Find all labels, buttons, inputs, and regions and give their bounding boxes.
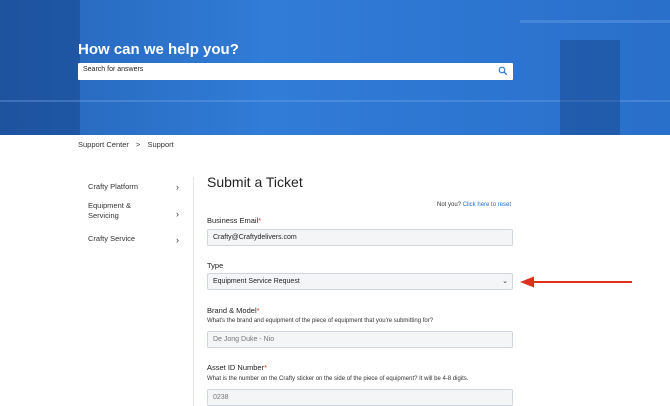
- brand-label-text: Brand & Model: [207, 306, 257, 315]
- brand-label: Brand & Model*: [207, 306, 260, 315]
- reset-link[interactable]: Click here to reset: [463, 202, 511, 208]
- type-select[interactable]: Equipment Service Request ⌄: [207, 273, 513, 290]
- sidebar-item-label: Crafty Platform: [88, 182, 139, 191]
- red-arrow-annotation: [520, 276, 632, 288]
- asset-help-text: What is the number on the Crafty sticker…: [207, 376, 469, 382]
- sidebar-item-crafty-service[interactable]: Crafty Service ›: [78, 230, 193, 250]
- breadcrumb-support-center[interactable]: Support Center: [78, 140, 129, 149]
- asset-label-text: Asset ID Number: [207, 363, 265, 372]
- required-marker: *: [258, 216, 262, 225]
- brand-model-field[interactable]: De Jong Duke - Nio: [207, 331, 513, 348]
- sidebar: Crafty Platform › Equipment & Servicing …: [78, 176, 193, 250]
- search-icon[interactable]: [498, 66, 508, 76]
- required-marker: *: [256, 306, 260, 315]
- brand-help-text: What's the brand and equipment of the pi…: [207, 318, 434, 324]
- email-label: Business Email*: [207, 216, 261, 225]
- breadcrumb: Support Center > Support: [78, 140, 179, 149]
- search-input[interactable]: Search for answers: [78, 63, 513, 80]
- email-label-text: Business Email: [207, 216, 259, 225]
- chevron-down-icon: ⌄: [502, 278, 508, 285]
- search-placeholder: Search for answers: [83, 66, 144, 73]
- required-marker: *: [264, 363, 268, 372]
- sidebar-item-crafty-platform[interactable]: Crafty Platform ›: [78, 176, 193, 197]
- hero-banner: How can we help you? Search for answers: [0, 0, 670, 135]
- breadcrumb-support[interactable]: Support: [147, 140, 173, 149]
- not-you-text: Not you?: [437, 202, 462, 208]
- hero-decor-shelf: [520, 20, 670, 23]
- chevron-right-icon: ›: [176, 181, 179, 192]
- email-field[interactable]: Crafty@Craftydelivers.com: [207, 229, 513, 246]
- hero-decor-left: [0, 0, 80, 135]
- breadcrumb-separator: >: [135, 140, 141, 149]
- hero-title: How can we help you?: [78, 41, 239, 58]
- sidebar-item-equipment-servicing[interactable]: Equipment & Servicing ›: [78, 197, 193, 230]
- asset-label: Asset ID Number*: [207, 363, 267, 372]
- type-select-value: Equipment Service Request: [213, 278, 300, 285]
- chevron-right-icon: ›: [176, 208, 179, 219]
- not-you-line: Not you? Click here to reset: [437, 202, 511, 208]
- hero-decor-right: [560, 40, 620, 135]
- sidebar-divider: [193, 177, 194, 406]
- sidebar-item-label: Equipment & Servicing: [88, 201, 131, 220]
- asset-id-field[interactable]: 0238: [207, 389, 513, 406]
- chevron-right-icon: ›: [176, 235, 179, 245]
- page-title: Submit a Ticket: [207, 174, 303, 190]
- sidebar-item-label: Crafty Service: [88, 234, 136, 243]
- type-label: Type: [207, 261, 224, 270]
